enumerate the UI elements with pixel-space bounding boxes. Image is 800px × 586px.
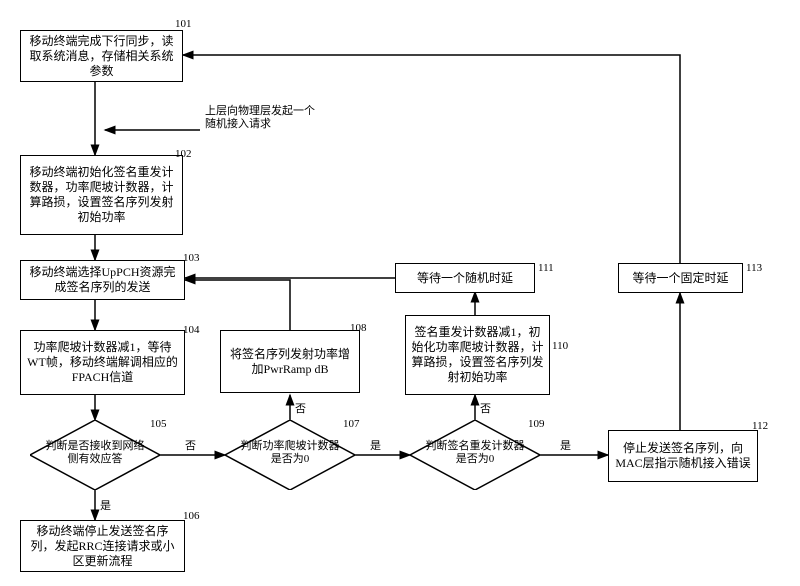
node-108-id: 108 bbox=[350, 322, 367, 334]
label-109-no: 否 bbox=[480, 403, 491, 416]
node-109-id: 109 bbox=[528, 418, 545, 430]
node-106: 移动终端停止发送签名序列，发起RRC连接请求或小区更新流程 bbox=[20, 520, 185, 572]
node-111-id: 111 bbox=[538, 262, 554, 274]
node-103-text: 移动终端选择UpPCH资源完成签名序列的发送 bbox=[25, 265, 180, 295]
node-106-id: 106 bbox=[183, 510, 200, 522]
node-110-text: 签名重发计数器减1，初始化功率爬坡计数器，计算路损，设置签名序列发射初始功率 bbox=[410, 325, 545, 385]
label-107-yes: 是 bbox=[370, 440, 381, 453]
node-112-text: 停止发送签名序列，向MAC层指示随机接入错误 bbox=[613, 441, 753, 471]
node-101-text: 移动终端完成下行同步，读取系统消息，存储相关系统参数 bbox=[25, 34, 178, 79]
node-109-text: 判断签名重发计数器是否为0 bbox=[425, 440, 525, 466]
label-109-yes: 是 bbox=[560, 440, 571, 453]
node-104-id: 104 bbox=[183, 324, 200, 336]
node-108-text: 将签名序列发射功率增加PwrRamp dB bbox=[225, 347, 355, 377]
node-111-text: 等待一个随机时延 bbox=[417, 271, 513, 286]
node-103: 移动终端选择UpPCH资源完成签名序列的发送 bbox=[20, 260, 185, 300]
node-108: 将签名序列发射功率增加PwrRamp dB bbox=[220, 330, 360, 393]
node-104-text: 功率爬坡计数器减1，等待WT帧，移动终端解调相应的FPACH信道 bbox=[25, 340, 180, 385]
node-112-id: 112 bbox=[752, 420, 768, 432]
node-112: 停止发送签名序列，向MAC层指示随机接入错误 bbox=[608, 430, 758, 482]
node-102-id: 102 bbox=[175, 148, 192, 160]
node-111: 等待一个随机时延 bbox=[395, 263, 535, 293]
node-102-text: 移动终端初始化签名重发计数器，功率爬坡计数器，计算路损，设置签名序列发射初始功率 bbox=[25, 165, 178, 225]
flowchart-canvas: 移动终端完成下行同步，读取系统消息，存储相关系统参数 101 移动终端初始化签名… bbox=[0, 0, 800, 586]
node-113-text: 等待一个固定时延 bbox=[632, 271, 728, 286]
node-101-id: 101 bbox=[175, 18, 192, 30]
node-104: 功率爬坡计数器减1，等待WT帧，移动终端解调相应的FPACH信道 bbox=[20, 330, 185, 395]
label-105-yes: 是 bbox=[100, 500, 111, 513]
node-107-text: 判断功率爬坡计数器是否为0 bbox=[240, 440, 340, 466]
node-103-id: 103 bbox=[183, 252, 200, 264]
node-107-id: 107 bbox=[343, 418, 360, 430]
node-110-id: 110 bbox=[552, 340, 568, 352]
label-request: 上层向物理层发起一个随机接入请求 bbox=[205, 105, 325, 131]
node-113-id: 113 bbox=[746, 262, 762, 274]
node-105-id: 105 bbox=[150, 418, 167, 430]
label-107-no: 否 bbox=[295, 403, 306, 416]
node-102: 移动终端初始化签名重发计数器，功率爬坡计数器，计算路损，设置签名序列发射初始功率 bbox=[20, 155, 183, 235]
node-113: 等待一个固定时延 bbox=[618, 263, 743, 293]
node-101: 移动终端完成下行同步，读取系统消息，存储相关系统参数 bbox=[20, 30, 183, 82]
node-105-text: 判断是否接收到网络侧有效应答 bbox=[45, 440, 145, 466]
node-106-text: 移动终端停止发送签名序列，发起RRC连接请求或小区更新流程 bbox=[25, 524, 180, 569]
label-105-no: 否 bbox=[185, 440, 196, 453]
node-110: 签名重发计数器减1，初始化功率爬坡计数器，计算路损，设置签名序列发射初始功率 bbox=[405, 315, 550, 395]
